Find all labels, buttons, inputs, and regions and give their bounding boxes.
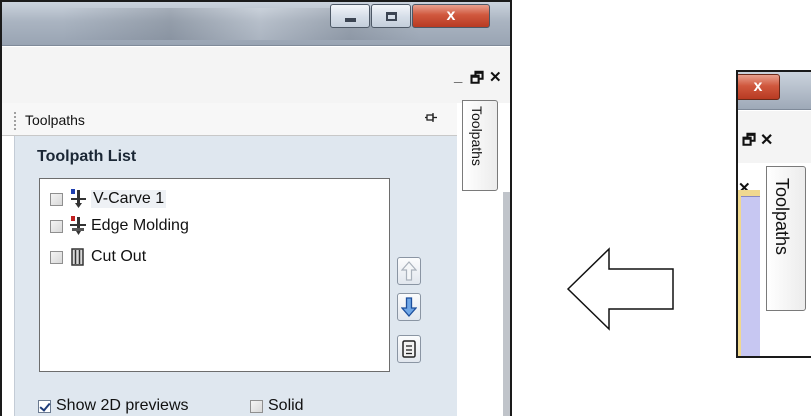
close-icon: x bbox=[446, 7, 456, 24]
maximize-icon bbox=[385, 11, 397, 21]
item-label: Cut Out bbox=[91, 248, 147, 265]
show-2d-previews-label: Show 2D previews bbox=[56, 397, 189, 414]
close-button[interactable]: x bbox=[412, 4, 490, 28]
properties-button[interactable] bbox=[397, 335, 421, 363]
canvas-preview bbox=[741, 196, 760, 356]
properties-icon bbox=[402, 340, 416, 358]
panel-close-icon[interactable]: ✕ bbox=[489, 68, 502, 86]
solid-option[interactable]: Solid bbox=[250, 397, 304, 415]
list-item[interactable]: V-Carve 1 bbox=[50, 188, 167, 210]
docking-bar bbox=[2, 47, 510, 103]
panel-restore-icon[interactable]: 🗗 bbox=[470, 68, 484, 93]
drag-grip-icon[interactable] bbox=[14, 112, 16, 130]
window-titlebar[interactable]: x bbox=[2, 2, 510, 46]
panel-close-icon[interactable]: ✕ bbox=[760, 130, 773, 150]
minimize-icon bbox=[344, 18, 356, 22]
move-up-button[interactable] bbox=[397, 257, 421, 285]
list-item[interactable]: Cut Out bbox=[50, 246, 146, 268]
toolpaths-window-collapsed: x 🗗 ✕ ✕ Toolpaths bbox=[736, 70, 811, 358]
item-label: Edge Molding bbox=[91, 217, 189, 234]
maximize-button[interactable] bbox=[371, 4, 411, 28]
side-tab-label: Toolpaths bbox=[469, 106, 485, 166]
minimize-button[interactable] bbox=[330, 4, 370, 28]
cutout-tool-icon bbox=[71, 248, 84, 266]
panel-minimize-icon[interactable]: _ bbox=[454, 68, 462, 85]
close-icon: x bbox=[753, 78, 763, 95]
item-checkbox[interactable] bbox=[50, 250, 63, 264]
toolpaths-window: x _ 🗗 ✕ Toolpaths Toolpaths Toolpath Lis… bbox=[0, 0, 512, 416]
pin-icon[interactable] bbox=[425, 111, 437, 127]
left-arrow-icon bbox=[566, 247, 674, 331]
move-down-icon bbox=[401, 297, 417, 317]
show-2d-previews-checkbox[interactable] bbox=[38, 399, 51, 413]
side-tab-label: Toolpaths bbox=[772, 178, 792, 256]
list-item[interactable]: Edge Molding bbox=[50, 215, 189, 237]
solid-label: Solid bbox=[268, 397, 304, 414]
panel-title: Toolpaths bbox=[25, 112, 85, 128]
toolpath-list-title: Toolpath List bbox=[37, 148, 137, 165]
panel-restore-icon[interactable]: 🗗 bbox=[742, 130, 756, 155]
window-edge-scrollbar[interactable] bbox=[503, 192, 510, 416]
vcarve-tool-icon bbox=[71, 189, 86, 208]
item-label: V-Carve 1 bbox=[91, 190, 167, 208]
item-checkbox[interactable] bbox=[50, 219, 63, 233]
move-up-icon bbox=[401, 261, 417, 281]
item-checkbox[interactable] bbox=[50, 192, 63, 206]
solid-checkbox[interactable] bbox=[250, 399, 263, 413]
edge-molding-tool-icon bbox=[70, 216, 86, 235]
close-button[interactable]: x bbox=[738, 74, 780, 100]
move-down-button[interactable] bbox=[397, 293, 421, 321]
show-2d-previews-option[interactable]: Show 2D previews bbox=[38, 397, 189, 415]
